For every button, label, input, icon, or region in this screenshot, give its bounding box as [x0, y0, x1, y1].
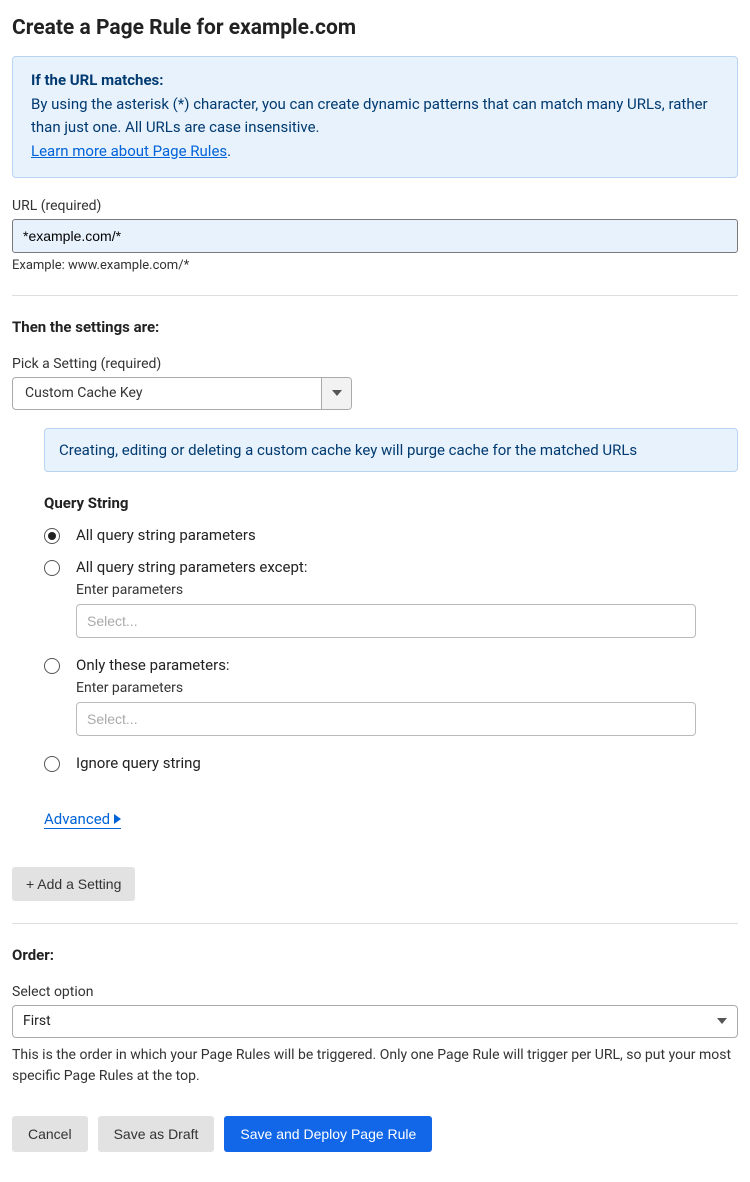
enter-parameters-label: Enter parameters: [76, 582, 738, 598]
radio-option-all-except[interactable]: All query string parameters except: Ente…: [44, 558, 738, 638]
divider: [12, 923, 738, 924]
url-example-text: Example: www.example.com/*: [12, 258, 738, 273]
parameters-only-input[interactable]: [76, 702, 696, 736]
chevron-down-icon: [717, 1018, 727, 1024]
radio-option-all-params[interactable]: All query string parameters: [44, 526, 738, 544]
radio-icon: [44, 756, 60, 772]
radio-label: All query string parameters except:: [76, 558, 738, 576]
radio-icon: [44, 560, 60, 576]
cache-purge-notice: Creating, editing or deleting a custom c…: [44, 428, 738, 472]
setting-select[interactable]: Custom Cache Key: [12, 377, 352, 410]
add-setting-button[interactable]: + Add a Setting: [12, 867, 135, 901]
chevron-down-icon: [321, 378, 351, 409]
learn-more-link[interactable]: Learn more about Page Rules: [31, 142, 227, 160]
radio-label: Ignore query string: [76, 754, 738, 772]
url-field-label: URL (required): [12, 198, 738, 214]
radio-label: Only these parameters:: [76, 656, 738, 674]
info-box-body: By using the asterisk (*) character, you…: [31, 93, 719, 163]
parameters-except-input[interactable]: [76, 604, 696, 638]
url-input[interactable]: [12, 219, 738, 253]
action-button-row: Cancel Save as Draft Save and Deploy Pag…: [12, 1116, 738, 1152]
info-box-suffix: .: [227, 142, 231, 160]
info-box-text: By using the asterisk (*) character, you…: [31, 95, 708, 136]
caret-right-icon: [114, 814, 121, 824]
radio-label: All query string parameters: [76, 526, 738, 544]
order-heading: Order:: [12, 946, 738, 964]
order-select-value: First: [23, 1013, 51, 1029]
divider: [12, 295, 738, 296]
order-select[interactable]: First: [12, 1005, 738, 1038]
setting-select-label: Pick a Setting (required): [12, 356, 738, 372]
radio-option-ignore[interactable]: Ignore query string: [44, 754, 738, 772]
settings-heading: Then the settings are:: [12, 318, 738, 336]
query-string-heading: Query String: [44, 494, 738, 512]
order-helper-text: This is the order in which your Page Rul…: [12, 1045, 738, 1088]
save-draft-button[interactable]: Save as Draft: [98, 1116, 215, 1152]
url-match-info-box: If the URL matches: By using the asteris…: [12, 56, 738, 178]
save-deploy-button[interactable]: Save and Deploy Page Rule: [224, 1116, 432, 1152]
order-select-label: Select option: [12, 984, 738, 1000]
radio-icon: [44, 658, 60, 674]
enter-parameters-label: Enter parameters: [76, 680, 738, 696]
page-title: Create a Page Rule for example.com: [12, 16, 738, 40]
setting-select-value: Custom Cache Key: [13, 378, 321, 409]
advanced-toggle[interactable]: Advanced: [44, 810, 121, 829]
radio-icon: [44, 528, 60, 544]
advanced-label: Advanced: [44, 810, 110, 828]
radio-option-only-these[interactable]: Only these parameters: Enter parameters: [44, 656, 738, 736]
info-box-title: If the URL matches:: [31, 71, 719, 89]
cancel-button[interactable]: Cancel: [12, 1116, 88, 1152]
